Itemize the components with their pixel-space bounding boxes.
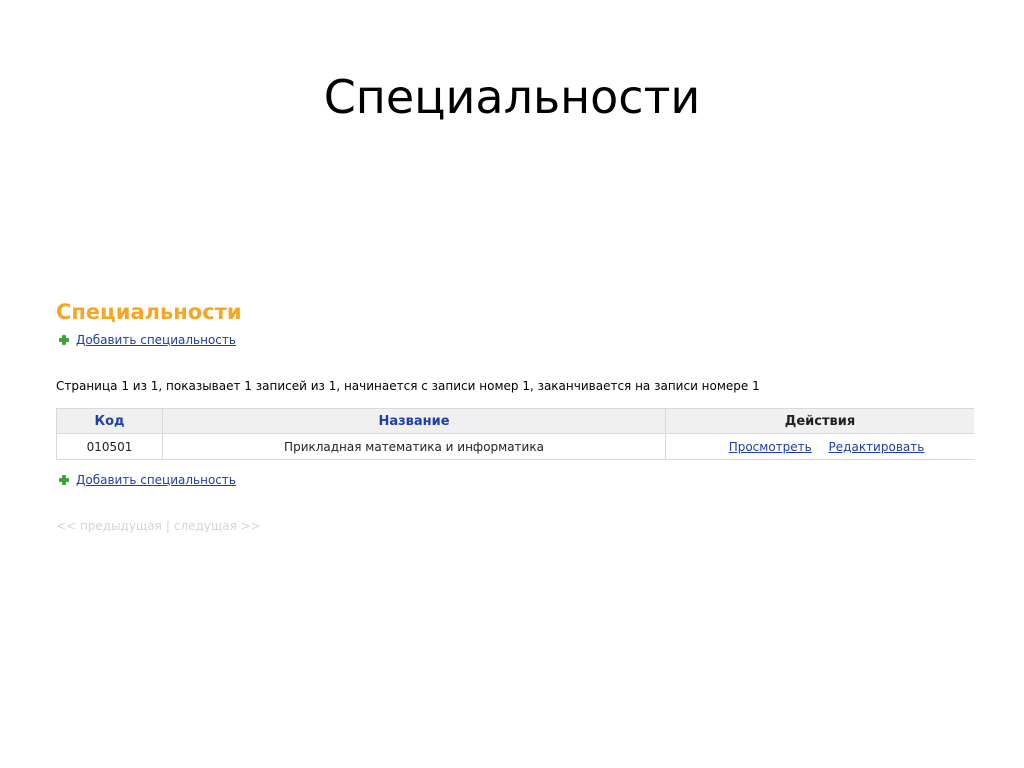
pager: << предыдущая | следущая >> [56, 518, 974, 534]
add-specialty-row-bottom: Добавить специальность [56, 472, 974, 488]
specialties-page: Специальности Добавить специальность Стр… [56, 298, 974, 534]
cell-code: 010501 [56, 433, 163, 460]
plus-icon [59, 335, 69, 345]
pagination-info: Страница 1 из 1, показывает 1 записей из… [56, 379, 760, 393]
table-row: 010501 Прикладная математика и информати… [56, 433, 974, 460]
add-specialty-link-bottom[interactable]: Добавить специальность [76, 472, 236, 488]
edit-link[interactable]: Редактировать [829, 440, 925, 454]
table-header-row: Код Название Действия [56, 408, 974, 434]
pager-separator: | [165, 519, 170, 533]
add-specialty-row-top: Добавить специальность [56, 332, 974, 348]
specialties-table: Код Название Действия 010501 Прикладная … [56, 408, 974, 460]
cell-name: Прикладная математика и информатика [162, 433, 666, 460]
slide-title: Специальности [323, 70, 701, 124]
pager-next: следущая >> [173, 519, 261, 533]
view-link[interactable]: Просмотреть [729, 440, 812, 454]
page-heading: Специальности [56, 300, 242, 324]
column-header-name[interactable]: Название [162, 408, 666, 434]
cell-actions: Просмотреть Редактировать [665, 433, 974, 460]
column-header-actions: Действия [665, 408, 974, 434]
plus-icon [59, 475, 69, 485]
add-specialty-link-top[interactable]: Добавить специальность [76, 332, 236, 348]
pager-prev: << предыдущая [56, 519, 162, 533]
column-header-code[interactable]: Код [56, 408, 163, 434]
